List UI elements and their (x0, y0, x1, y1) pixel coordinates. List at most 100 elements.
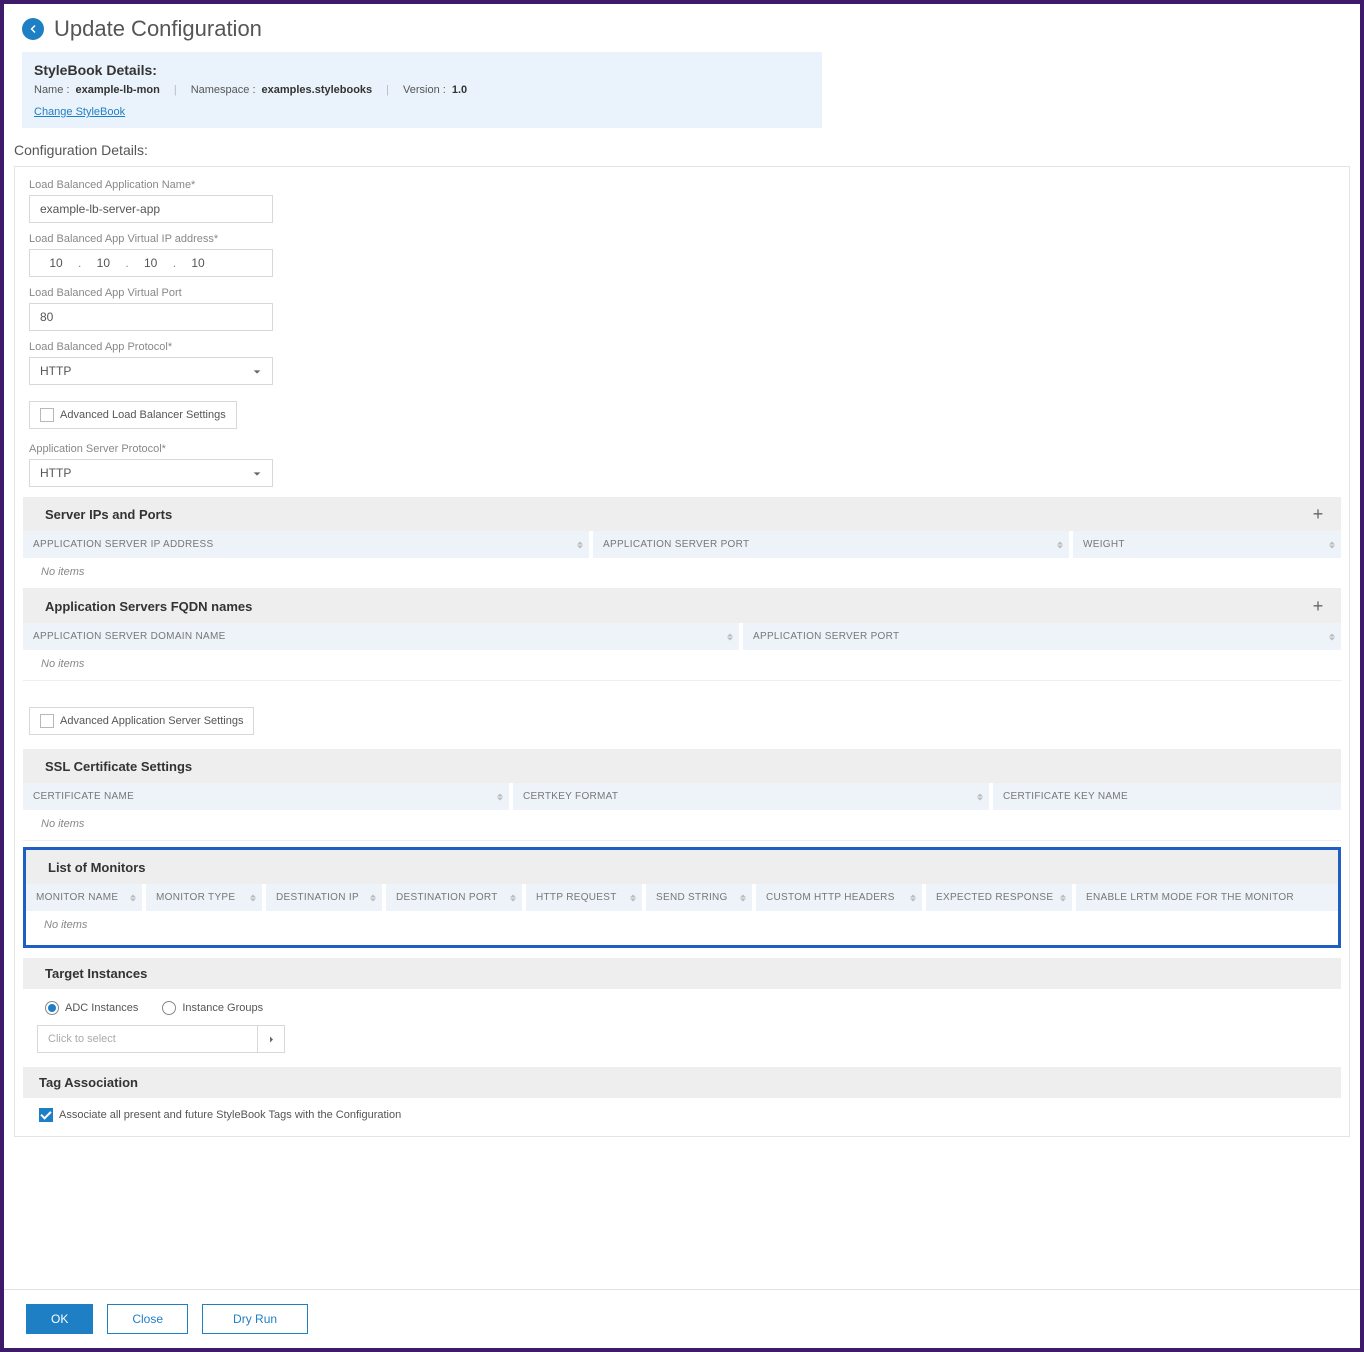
section-title-ssl: SSL Certificate Settings (45, 759, 192, 774)
label-advanced-lb: Advanced Load Balancer Settings (60, 409, 226, 421)
col-certkey-format[interactable]: CERTKEY FORMAT (513, 783, 993, 810)
back-icon[interactable] (22, 18, 44, 40)
col-enable-lrtm[interactable]: ENABLE LRTM MODE FOR THE MONITOR (1076, 884, 1338, 911)
chevron-down-icon (252, 366, 262, 376)
select-protocol[interactable]: HTTP (29, 357, 273, 385)
monitors-highlight: List of Monitors MONITOR NAME MONITOR TY… (23, 847, 1341, 948)
label-instance-groups: Instance Groups (182, 1002, 263, 1014)
ok-button[interactable]: OK (26, 1304, 93, 1334)
page-header: Update Configuration (4, 16, 1360, 48)
col-custom-headers[interactable]: CUSTOM HTTP HEADERS (756, 884, 926, 911)
target-picker-placeholder: Click to select (48, 1033, 116, 1045)
close-button[interactable]: Close (107, 1304, 188, 1334)
checkbox-associate-tags[interactable] (39, 1108, 53, 1122)
fqdn-empty: No items (23, 650, 1341, 681)
section-title-monitors: List of Monitors (48, 860, 146, 875)
select-protocol-value: HTTP (40, 364, 71, 378)
value-name: example-lb-mon (75, 84, 159, 96)
ssl-empty: No items (23, 810, 1341, 841)
label-adc-instances: ADC Instances (65, 1002, 138, 1014)
col-dest-port[interactable]: DESTINATION PORT (386, 884, 526, 911)
section-title-fqdn: Application Servers FQDN names (45, 599, 252, 614)
col-dest-ip[interactable]: DESTINATION IP (266, 884, 386, 911)
col-send-string[interactable]: SEND STRING (646, 884, 756, 911)
radio-instance-groups[interactable]: Instance Groups (162, 1001, 263, 1015)
sort-icon (250, 894, 256, 901)
toggle-advanced-app-settings[interactable]: Advanced Application Server Settings (29, 707, 254, 735)
target-picker-input[interactable]: Click to select (37, 1025, 257, 1053)
configuration-card: Load Balanced Application Name* Load Bal… (14, 166, 1350, 1137)
vip-octet-4[interactable] (176, 255, 220, 271)
sort-icon (370, 894, 376, 901)
sort-icon (740, 894, 746, 901)
dry-run-button[interactable]: Dry Run (202, 1304, 308, 1334)
app-frame: Update Configuration StyleBook Details: … (4, 4, 1360, 1348)
add-fqdn-button[interactable]: + (1303, 594, 1333, 618)
chevron-right-icon (267, 1035, 276, 1044)
input-vport[interactable] (29, 303, 273, 331)
sort-icon (1329, 541, 1335, 548)
col-monitor-type[interactable]: MONITOR TYPE (146, 884, 266, 911)
section-target-instances: Target Instances (23, 958, 1341, 989)
sort-icon (577, 541, 583, 548)
checkbox-icon (40, 408, 54, 422)
select-server-protocol-value: HTTP (40, 466, 71, 480)
label-namespace: Namespace : (191, 84, 256, 96)
col-monitor-name[interactable]: MONITOR NAME (26, 884, 146, 911)
section-server-ips-ports: Server IPs and Ports + (23, 497, 1341, 531)
target-picker-open-button[interactable] (257, 1025, 285, 1053)
vip-octet-3[interactable] (129, 255, 173, 271)
value-version: 1.0 (452, 84, 467, 96)
col-server-ip[interactable]: APPLICATION SERVER IP ADDRESS (23, 531, 593, 558)
sort-icon (1329, 633, 1335, 640)
stylebook-details-panel: StyleBook Details: Name : example-lb-mon… (22, 52, 822, 128)
checkbox-icon (40, 714, 54, 728)
input-app-name[interactable] (29, 195, 273, 223)
sort-icon (1060, 894, 1066, 901)
toggle-advanced-lb-settings[interactable]: Advanced Load Balancer Settings (29, 401, 237, 429)
label-vip: Load Balanced App Virtual IP address* (29, 233, 1335, 245)
section-monitors: List of Monitors (26, 850, 1338, 884)
label-protocol: Load Balanced App Protocol* (29, 341, 1335, 353)
col-weight[interactable]: WEIGHT (1073, 531, 1341, 558)
col-fqdn-port[interactable]: APPLICATION SERVER PORT (743, 623, 1341, 650)
col-expected-response[interactable]: EXPECTED RESPONSE (926, 884, 1076, 911)
add-server-button[interactable]: + (1303, 502, 1333, 526)
radio-adc-instances[interactable]: ADC Instances (45, 1001, 138, 1015)
label-name: Name : (34, 84, 69, 96)
col-cert-key-name[interactable]: CERTIFICATE KEY NAME (993, 783, 1341, 810)
footer-action-bar: OK Close Dry Run (4, 1289, 1360, 1348)
label-vport: Load Balanced App Virtual Port (29, 287, 1335, 299)
label-associate-tags: Associate all present and future StyleBo… (59, 1109, 401, 1121)
sort-icon (727, 633, 733, 640)
sort-icon (977, 793, 983, 800)
select-server-protocol[interactable]: HTTP (29, 459, 273, 487)
page-title: Update Configuration (54, 16, 262, 42)
label-advanced-app: Advanced Application Server Settings (60, 715, 243, 727)
monitors-header-row: MONITOR NAME MONITOR TYPE DESTINATION IP… (26, 884, 1338, 911)
vip-octet-1[interactable] (34, 255, 78, 271)
sort-icon (910, 894, 916, 901)
col-http-request[interactable]: HTTP REQUEST (526, 884, 646, 911)
input-vip[interactable]: . . . (29, 249, 273, 277)
section-ssl: SSL Certificate Settings (23, 749, 1341, 783)
sort-icon (130, 894, 136, 901)
col-cert-name[interactable]: CERTIFICATE NAME (23, 783, 513, 810)
label-version: Version : (403, 84, 446, 96)
value-namespace: examples.stylebooks (262, 84, 373, 96)
change-stylebook-link[interactable]: Change StyleBook (34, 106, 125, 118)
label-app-name: Load Balanced Application Name* (29, 179, 1335, 191)
label-server-protocol: Application Server Protocol* (29, 443, 1335, 455)
col-domain-name[interactable]: APPLICATION SERVER DOMAIN NAME (23, 623, 743, 650)
stylebook-meta-line: Name : example-lb-mon | Namespace : exam… (34, 84, 810, 96)
radio-on-icon (45, 1001, 59, 1015)
chevron-down-icon (252, 468, 262, 478)
server-ips-header-row: APPLICATION SERVER IP ADDRESS APPLICATIO… (23, 531, 1341, 558)
vip-octet-2[interactable] (81, 255, 125, 271)
tag-association-row: Associate all present and future StyleBo… (23, 1098, 1341, 1136)
radio-off-icon (162, 1001, 176, 1015)
stylebook-details-title: StyleBook Details: (34, 62, 810, 78)
col-server-port[interactable]: APPLICATION SERVER PORT (593, 531, 1073, 558)
sort-icon (1057, 541, 1063, 548)
configuration-details-title: Configuration Details: (4, 128, 1360, 166)
